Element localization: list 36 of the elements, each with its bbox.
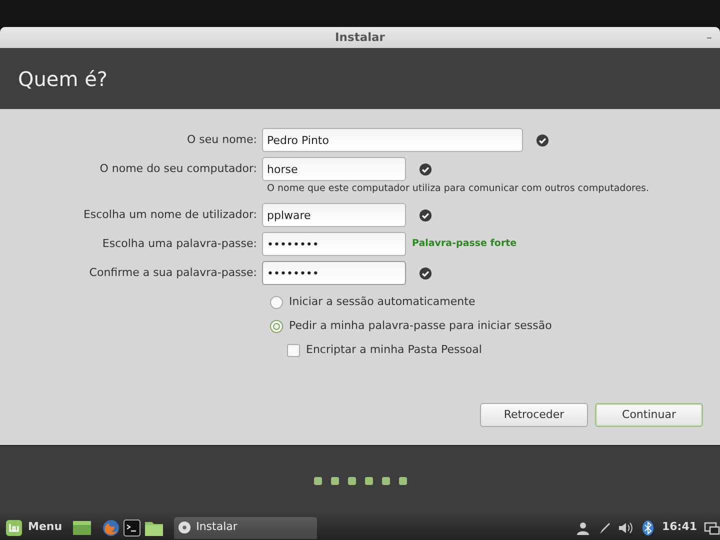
field-label: Escolha um nome de utilizador:	[82, 206, 258, 223]
menu-icon[interactable]	[5, 518, 23, 536]
radio-button[interactable]	[270, 320, 283, 332]
taskbar-button[interactable]: Instalar	[174, 516, 318, 538]
pen-icon[interactable]	[598, 520, 612, 534]
minimize-button[interactable]: –	[706, 27, 712, 48]
browser-icon[interactable]	[102, 518, 120, 536]
field-label: O seu nome:	[186, 132, 258, 148]
input-field[interactable]: ••••••••	[262, 261, 406, 285]
bluetooth-icon[interactable]	[642, 520, 654, 536]
display-icon[interactable]	[704, 520, 720, 534]
user-icon[interactable]	[576, 520, 590, 534]
input-field[interactable]: ••••••••	[262, 232, 406, 256]
terminal-icon[interactable]	[123, 518, 142, 536]
checkbox[interactable]	[287, 344, 300, 356]
clock: 16:41	[662, 519, 697, 536]
menu-button[interactable]: Menu	[28, 519, 62, 536]
field-label: Confirme a sua palavra-passe:	[88, 264, 258, 281]
hint-text: O nome que este computador utiliza para comunicar com outros computadores.	[267, 182, 650, 196]
input-field[interactable]: pplware	[262, 203, 406, 227]
option-label: Iniciar a sessão automaticamente	[289, 294, 476, 310]
input-field[interactable]: horse	[262, 157, 406, 181]
continue-button[interactable]: Continuar	[595, 403, 703, 427]
back-button[interactable]: Retroceder	[480, 403, 588, 427]
option-label: Pedir a minha palavra-passe para iniciar sessão	[289, 318, 552, 334]
field-label: Escolha uma palavra-passe:	[101, 236, 258, 252]
window-title: Instalar	[335, 30, 385, 44]
radio-button[interactable]	[270, 296, 283, 308]
password-strength: Palavra-passe forte	[412, 236, 517, 251]
page-heading: Quem é?	[18, 66, 108, 92]
option-label: Encriptar a minha Pasta Pessoal	[306, 342, 482, 358]
volume-icon[interactable]	[618, 520, 634, 534]
input-field[interactable]: Pedro Pinto	[262, 128, 523, 152]
desktop-icon[interactable]	[72, 518, 92, 536]
disc-icon	[178, 521, 192, 534]
field-label: O nome do seu computador:	[98, 160, 258, 177]
